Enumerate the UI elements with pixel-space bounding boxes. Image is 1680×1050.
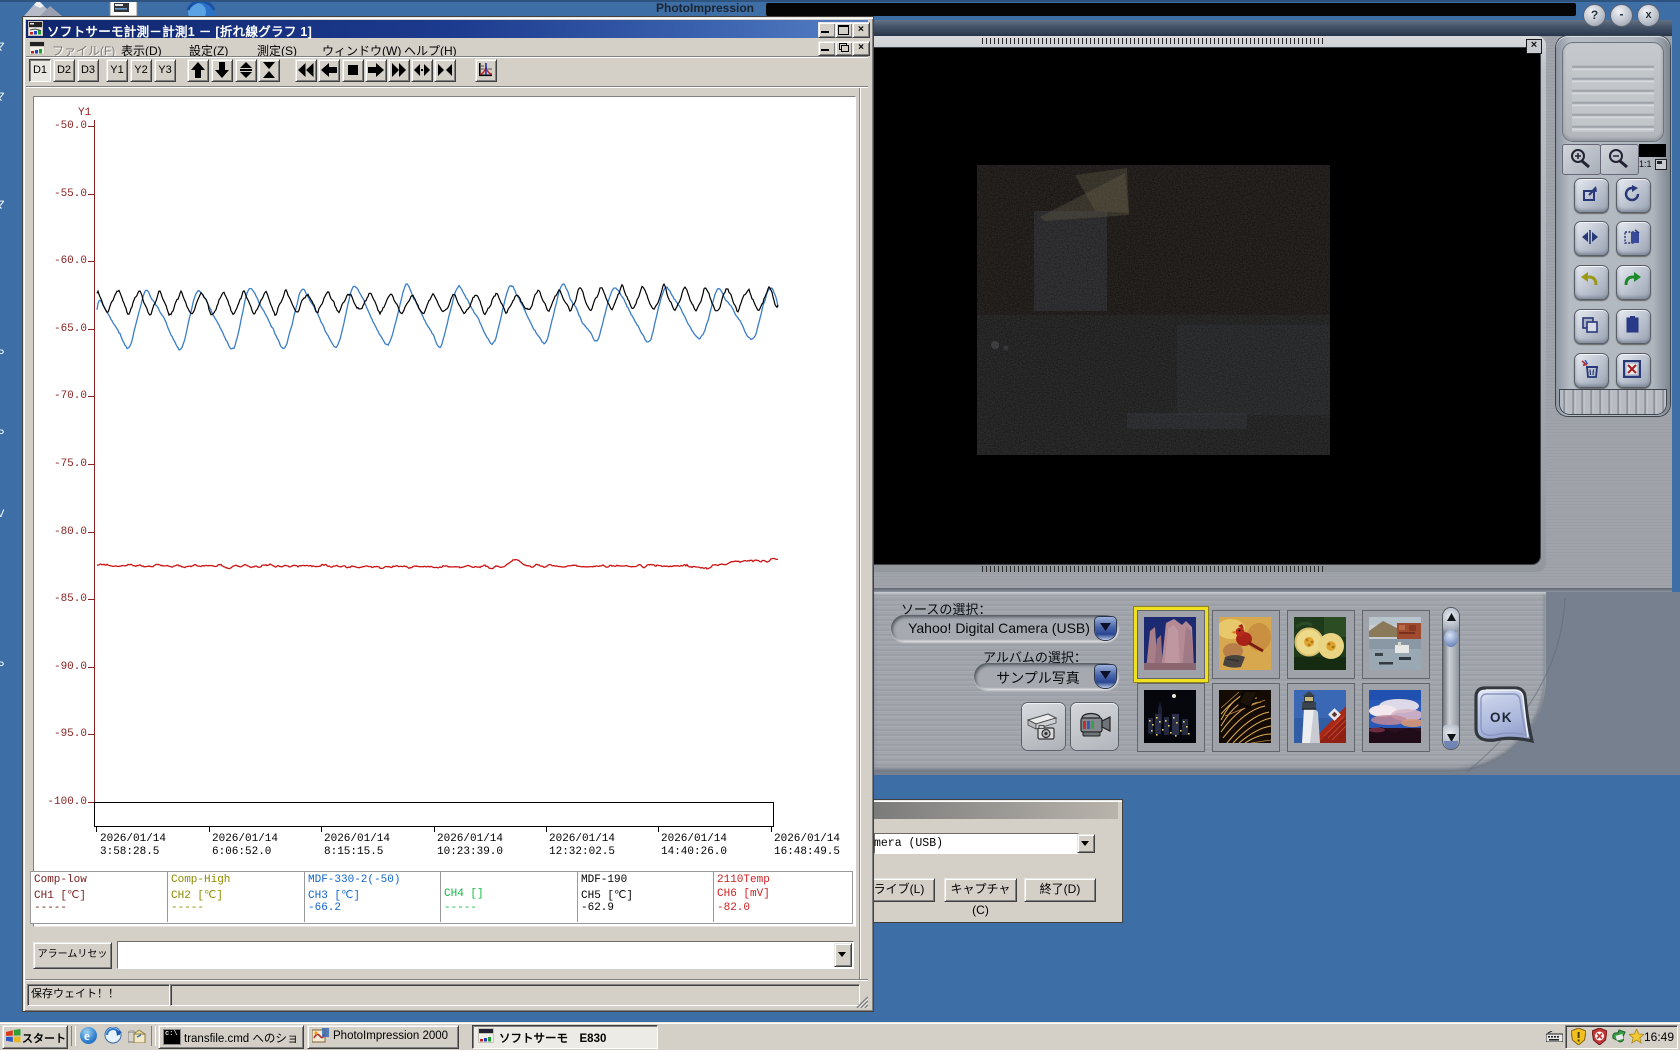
svg-text:OK: OK (1490, 710, 1513, 725)
